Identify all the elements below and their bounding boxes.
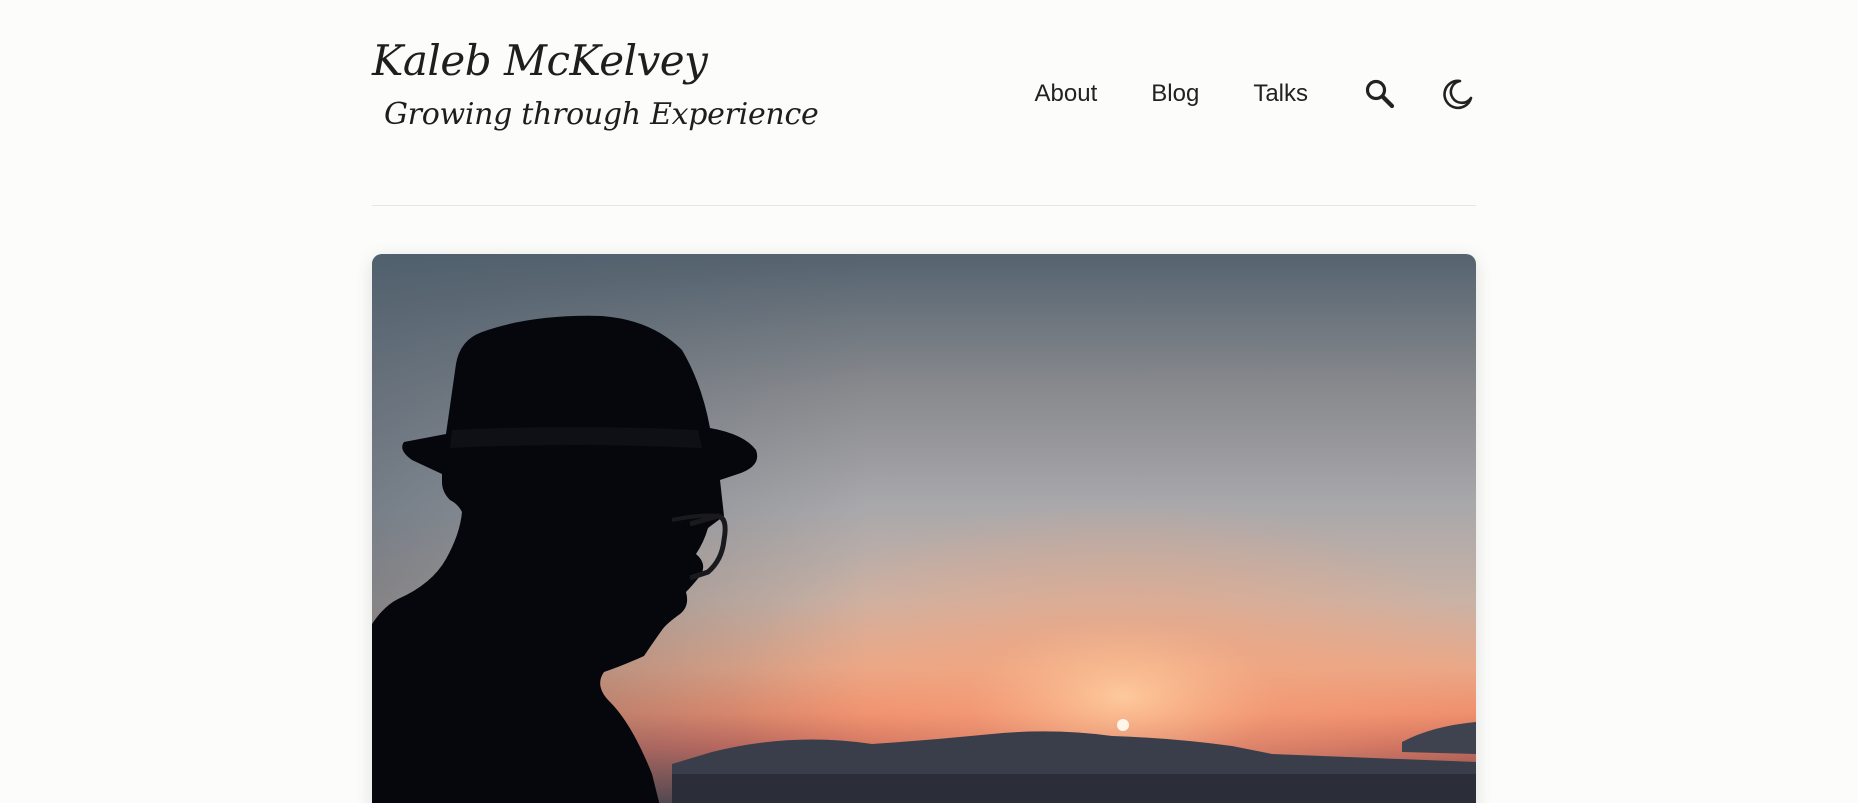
search-icon[interactable] (1362, 76, 1398, 112)
nav-link-blog[interactable]: Blog (1151, 80, 1199, 108)
moon-icon[interactable] (1440, 76, 1476, 112)
site-title[interactable]: Kaleb McKelvey (372, 40, 818, 82)
nav-link-talks[interactable]: Talks (1253, 80, 1308, 108)
hero-image (372, 254, 1476, 803)
page: Kaleb McKelvey Growing through Experienc… (0, 0, 1858, 803)
brand[interactable]: Kaleb McKelvey Growing through Experienc… (372, 40, 819, 132)
nav-link-about[interactable]: About (1035, 80, 1098, 108)
main-nav: About Blog Talks (1035, 76, 1476, 112)
site-header: Kaleb McKelvey Growing through Experienc… (372, 0, 1476, 206)
site-subtitle: Growing through Experience (384, 97, 819, 132)
